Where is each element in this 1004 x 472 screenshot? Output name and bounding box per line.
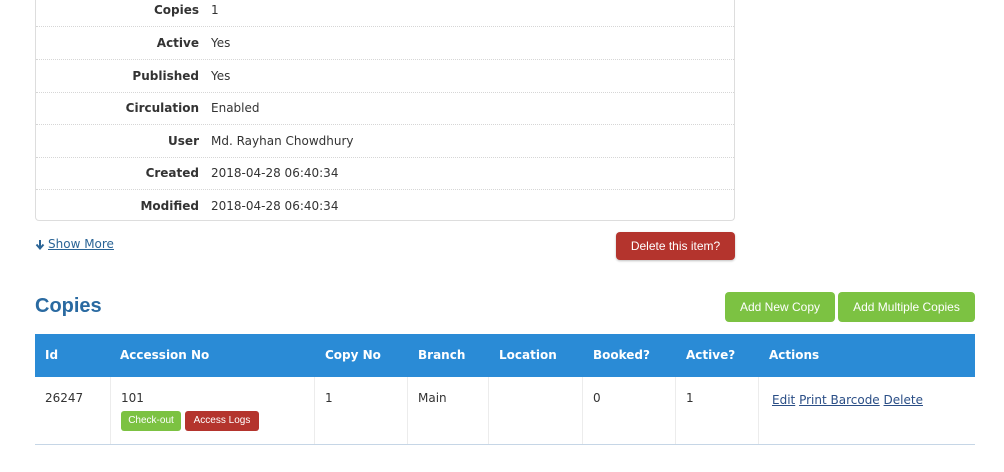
column-header-location: Location — [499, 348, 557, 362]
detail-row-modified: Modified 2018-04-28 06:40:34 — [36, 190, 734, 222]
detail-label: Published — [132, 69, 199, 83]
column-header-booked: Booked? — [593, 348, 650, 362]
detail-value: Yes — [211, 36, 231, 50]
detail-value: Enabled — [211, 101, 260, 115]
column-divider — [314, 377, 315, 444]
detail-value: Md. Rayhan Chowdhury — [211, 134, 354, 148]
table-header: Id Accession No Copy No Branch Location … — [35, 334, 975, 377]
detail-row-created: Created 2018-04-28 06:40:34 — [36, 157, 734, 190]
show-more-label: Show More — [48, 237, 114, 251]
column-divider — [758, 377, 759, 444]
detail-label: User — [168, 134, 199, 148]
column-header-branch: Branch — [418, 348, 466, 362]
cell-accession-no: 101 — [121, 391, 144, 405]
cell-copy-no: 1 — [325, 391, 333, 405]
column-header-id: Id — [45, 348, 59, 362]
column-header-copy-no: Copy No — [325, 348, 381, 362]
copies-table: Id Accession No Copy No Branch Location … — [35, 334, 975, 445]
add-multiple-copies-button[interactable]: Add Multiple Copies — [838, 292, 975, 322]
arrow-down-icon — [35, 239, 45, 250]
detail-value: 2018-04-28 06:40:34 — [211, 166, 339, 180]
detail-value: Yes — [211, 69, 231, 83]
detail-row-published: Published Yes — [36, 60, 734, 93]
column-divider — [675, 377, 676, 444]
delete-item-button[interactable]: Delete this item? — [616, 232, 735, 260]
detail-label: Circulation — [125, 101, 199, 115]
item-details-panel: Copies 1 Active Yes Published Yes Circul… — [35, 0, 735, 221]
detail-row-copies: Copies 1 — [36, 0, 734, 27]
page: Copies 1 Active Yes Published Yes Circul… — [0, 0, 1004, 472]
cell-id: 26247 — [45, 391, 84, 405]
add-new-copy-button[interactable]: Add New Copy — [725, 292, 835, 322]
column-divider — [407, 377, 408, 444]
check-out-button[interactable]: Check-out — [121, 411, 181, 431]
cell-booked: 0 — [593, 391, 601, 405]
copies-heading: Copies — [35, 295, 102, 317]
column-header-accession-no: Accession No — [120, 348, 210, 362]
detail-row-circulation: Circulation Enabled — [36, 92, 734, 125]
detail-value: 1 — [211, 3, 219, 17]
detail-row-user: User Md. Rayhan Chowdhury — [36, 125, 734, 158]
print-barcode-link[interactable]: Print Barcode — [799, 393, 880, 407]
show-more-link[interactable]: Show More — [35, 237, 114, 251]
access-logs-button[interactable]: Access Logs — [185, 411, 259, 431]
table-row: 26247 101 1 Main 0 1 Check-out Access Lo… — [35, 377, 975, 445]
detail-label: Created — [145, 166, 199, 180]
detail-label: Active — [156, 36, 199, 50]
column-divider — [582, 377, 583, 444]
column-divider — [488, 377, 489, 444]
cell-actions: Edit Print Barcode Delete — [772, 393, 923, 407]
column-divider — [110, 377, 111, 444]
detail-label: Copies — [153, 3, 199, 17]
column-header-active: Active? — [686, 348, 736, 362]
column-header-actions: Actions — [769, 348, 820, 362]
detail-value: 2018-04-28 06:40:34 — [211, 199, 339, 213]
cell-active: 1 — [686, 391, 694, 405]
detail-label: Modified — [140, 199, 199, 213]
delete-link[interactable]: Delete — [884, 393, 923, 407]
detail-row-active: Active Yes — [36, 27, 734, 60]
edit-link[interactable]: Edit — [772, 393, 795, 407]
cell-branch: Main — [418, 391, 447, 405]
